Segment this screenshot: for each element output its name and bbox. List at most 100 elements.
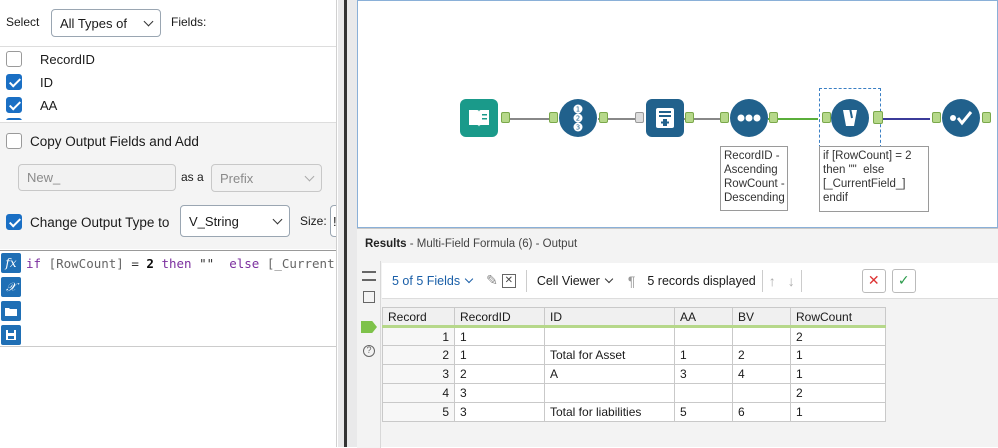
table-cell[interactable]: 4: [732, 364, 791, 384]
fields-dropdown[interactable]: 5 of 5 Fields: [382, 274, 482, 288]
arrow-up-icon[interactable]: ↑: [763, 273, 782, 289]
table-cell[interactable]: 5: [674, 402, 733, 422]
pilcrow-icon[interactable]: ¶: [622, 273, 642, 289]
table-cell[interactable]: 1: [790, 345, 886, 365]
table-cell[interactable]: 3: [382, 364, 455, 384]
browse-tool[interactable]: [942, 99, 980, 137]
field-item-bv[interactable]: BV: [6, 118, 57, 120]
field-name: RecordID: [40, 51, 95, 67]
panel-splitter[interactable]: [338, 0, 357, 447]
column-header[interactable]: Record: [382, 307, 455, 328]
table-cell[interactable]: 3: [674, 364, 733, 384]
table-cell[interactable]: Total for liabilities: [544, 402, 675, 422]
table-cell[interactable]: 4: [382, 383, 455, 403]
formula-editor[interactable]: fx 𝒳 if [RowCount] = 2 then "" else [_Cu…: [0, 250, 337, 347]
multi-field-formula-tool[interactable]: [831, 99, 869, 137]
table-cell[interactable]: [544, 383, 675, 403]
formula-token: then: [153, 256, 200, 271]
cell-viewer-dropdown[interactable]: Cell Viewer: [527, 274, 622, 288]
column-header[interactable]: ID: [544, 307, 675, 328]
field-item-aa[interactable]: AA: [6, 97, 57, 113]
prefix-text-input[interactable]: New_: [18, 164, 176, 191]
table-cell[interactable]: 2: [790, 326, 886, 346]
change-type-option[interactable]: Change Output Type to: [6, 214, 169, 230]
input-anchor[interactable]: [932, 112, 941, 123]
table-icon[interactable]: [363, 291, 375, 303]
size-input[interactable]: !: [330, 205, 336, 237]
field-checkbox[interactable]: [6, 97, 22, 113]
table-cell[interactable]: [544, 326, 675, 346]
formula-text[interactable]: if [RowCount] = 2 then "" else [_Current…: [26, 256, 337, 271]
column-header[interactable]: AA: [674, 307, 733, 328]
field-name: BV: [40, 119, 57, 121]
select-types-dropdown[interactable]: All Types of: [51, 9, 161, 37]
input-anchor[interactable]: [549, 112, 558, 123]
results-title-bold: Results: [365, 238, 407, 250]
table-cell[interactable]: 6: [732, 402, 791, 422]
sort-tool[interactable]: [730, 99, 768, 137]
table-cell[interactable]: [674, 383, 733, 403]
open-folder-icon[interactable]: [1, 301, 21, 321]
copy-output-option[interactable]: Copy Output Fields and Add: [6, 133, 199, 149]
table-cell[interactable]: 2: [382, 345, 455, 365]
output-type-dropdown[interactable]: V_String: [180, 205, 290, 237]
table-cell[interactable]: [674, 326, 733, 346]
cell-viewer-label: Cell Viewer: [536, 273, 600, 288]
field-checkbox[interactable]: [6, 74, 22, 90]
dots-icon: [737, 114, 761, 122]
table-cell[interactable]: 3: [454, 402, 545, 422]
field-item-recordid[interactable]: RecordID: [6, 51, 95, 67]
table-cell[interactable]: Total for Asset: [544, 345, 675, 365]
column-header[interactable]: BV: [732, 307, 791, 328]
input-anchor[interactable]: [635, 112, 644, 123]
field-name: AA: [40, 97, 58, 113]
prefix-suffix-dropdown[interactable]: Prefix: [211, 164, 322, 192]
table-cell[interactable]: A: [544, 364, 675, 384]
input-anchor[interactable]: [822, 112, 831, 123]
table-cell[interactable]: 1: [454, 326, 545, 346]
table-cell[interactable]: 1: [790, 402, 886, 422]
help-icon[interactable]: ?: [363, 345, 375, 357]
output-anchor[interactable]: [501, 112, 510, 123]
cancel-x-icon[interactable]: ✕: [861, 268, 886, 293]
change-type-checkbox[interactable]: [6, 214, 22, 230]
table-cell[interactable]: 2: [790, 383, 886, 403]
table-cell[interactable]: 1: [382, 326, 455, 346]
input-data-tool[interactable]: [460, 99, 498, 137]
field-checkbox[interactable]: [6, 51, 22, 67]
save-icon[interactable]: [1, 325, 21, 345]
clear-icon[interactable]: ✕: [501, 273, 516, 288]
formula-token: [_CurrentF: [266, 256, 337, 271]
table-cell[interactable]: 5: [382, 402, 455, 422]
table-cell[interactable]: [732, 383, 791, 403]
field-item-id[interactable]: ID: [6, 74, 53, 90]
record-id-tool[interactable]: 123: [559, 99, 597, 137]
table-cell[interactable]: 2: [454, 364, 545, 384]
table-cell[interactable]: 2: [732, 345, 791, 365]
table-cell[interactable]: 1: [790, 364, 886, 384]
summarize-tool[interactable]: [646, 99, 684, 137]
copy-output-checkbox[interactable]: [6, 133, 22, 149]
list-icon[interactable]: [362, 271, 376, 281]
confirm-check-icon[interactable]: ✓: [891, 268, 916, 293]
column-header[interactable]: RecordID: [454, 307, 545, 328]
arrow-down-icon[interactable]: ↓: [782, 273, 801, 289]
table-cell[interactable]: 1: [454, 345, 545, 365]
fx-icon[interactable]: fx: [1, 253, 21, 273]
table-cell[interactable]: 3: [454, 383, 545, 403]
output-anchor[interactable]: [769, 112, 778, 123]
table-cell[interactable]: 1: [674, 345, 733, 365]
output-anchor-icon[interactable]: [361, 321, 377, 333]
input-anchor[interactable]: [720, 112, 729, 123]
table-cell[interactable]: [732, 326, 791, 346]
output-anchor[interactable]: [685, 112, 694, 123]
variable-x-icon[interactable]: 𝒳: [1, 277, 21, 297]
edit-icon[interactable]: ✎: [482, 272, 502, 289]
output-anchor[interactable]: [599, 112, 608, 123]
field-checkbox[interactable]: [6, 118, 22, 120]
column-header[interactable]: RowCount: [790, 307, 886, 328]
output-anchor[interactable]: [873, 111, 883, 124]
output-anchor[interactable]: [982, 112, 991, 123]
results-title: Results - Multi-Field Formula (6) - Outp…: [365, 238, 577, 250]
workflow-canvas[interactable]: 123 RecordID - Ascending RowCount - Desc…: [357, 0, 998, 228]
